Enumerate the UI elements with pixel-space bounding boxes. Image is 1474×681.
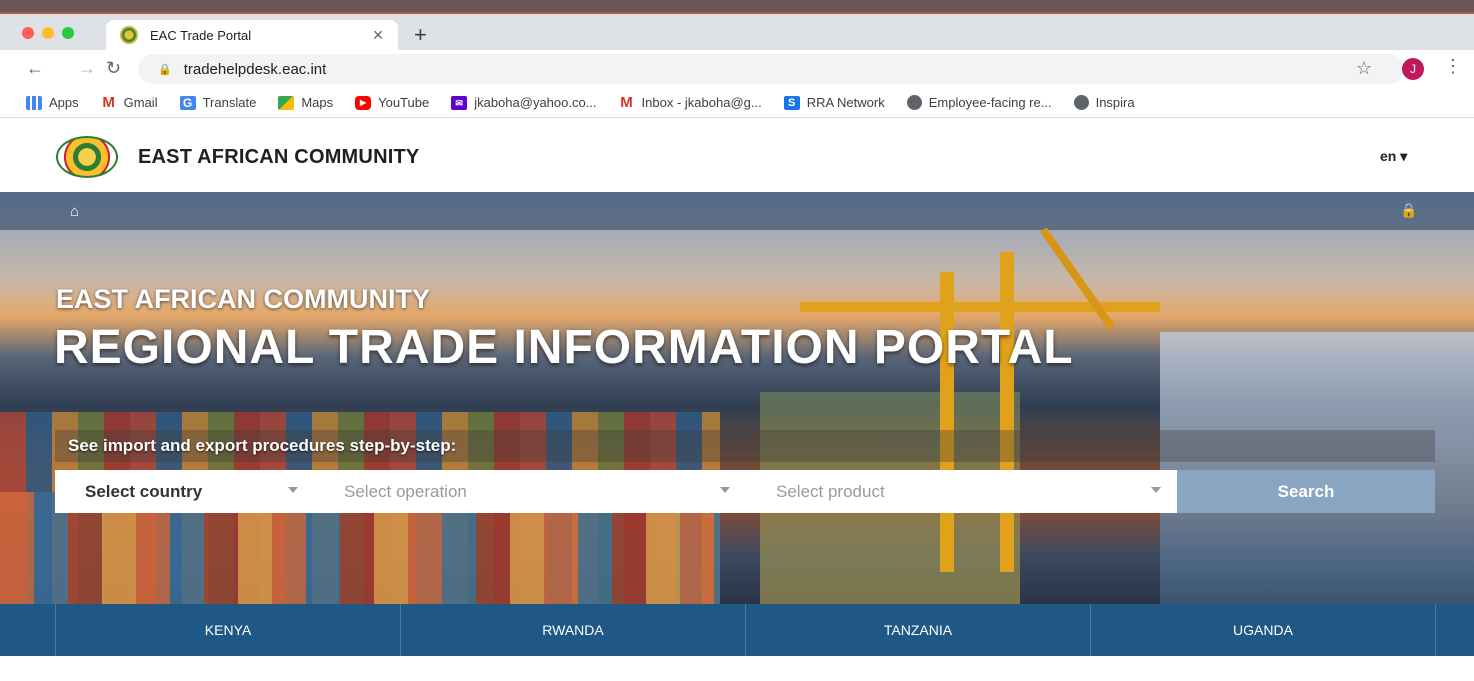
globe-icon [1073, 95, 1089, 110]
login-lock-icon[interactable]: 🔒 [1400, 202, 1417, 219]
maximize-window-button[interactable] [62, 27, 74, 39]
country-tab-uganda[interactable]: UGANDA [1091, 604, 1436, 656]
secure-lock-icon[interactable]: 🔒 [158, 63, 172, 76]
window-top-strip [0, 0, 1474, 14]
country-tab-kenya[interactable]: KENYA [56, 604, 401, 656]
site-header: EAST AFRICAN COMMUNITY en ▾ [0, 118, 1474, 192]
country-select-value: Select country [85, 481, 203, 501]
bookmark-inspira[interactable]: Inspira [1073, 95, 1135, 110]
new-tab-button[interactable]: + [414, 24, 427, 46]
chevron-down-icon [1151, 487, 1161, 493]
crane-boom [800, 302, 1160, 312]
hero-banner: ⌂ 🔒 EAST AFRICAN COMMUNITY REGIONAL TRAD… [0, 192, 1474, 604]
address-bar: ← → ↻ 🔒 tradehelpdesk.eac.int ☆ J ⋮ [0, 50, 1474, 88]
crane-leg [940, 272, 954, 572]
chevron-down-icon [720, 487, 730, 493]
country-bar-edge [1436, 604, 1474, 656]
maps-icon [278, 95, 295, 110]
youtube-icon: ▶ [355, 95, 372, 110]
gmail-icon: M [620, 93, 633, 111]
procedures-label: See import and export procedures step-by… [68, 436, 457, 455]
bookmark-youtube[interactable]: ▶ YouTube [355, 95, 429, 110]
hero-harbour-water [1160, 332, 1474, 604]
globe-icon [906, 95, 922, 110]
operation-select-value: Select operation [344, 481, 467, 501]
bookmark-gmail[interactable]: M Gmail [101, 93, 157, 111]
bookmark-inbox-gmail[interactable]: M Inbox - jkaboha@g... [619, 93, 761, 111]
operation-select[interactable]: Select operation [314, 470, 746, 513]
tab-title: EAC Trade Portal [150, 27, 252, 43]
bookmark-apps[interactable]: Apps [26, 95, 79, 110]
bookmark-star-icon[interactable]: ☆ [1356, 58, 1372, 79]
minimize-window-button[interactable] [42, 27, 54, 39]
bookmark-yahoo-mail[interactable]: ✉ jkaboha@yahoo.co... [451, 95, 597, 110]
url-omnibox[interactable]: 🔒 tradehelpdesk.eac.int [138, 54, 1404, 84]
translate-icon: G [179, 95, 196, 110]
bookmark-rra-network[interactable]: S RRA Network [783, 95, 885, 110]
yahoo-mail-icon: ✉ [451, 95, 468, 110]
product-select[interactable]: Select product [746, 470, 1177, 513]
language-selector[interactable]: en ▾ [1380, 148, 1407, 165]
hero-subtitle: EAST AFRICAN COMMUNITY [56, 284, 430, 314]
url-text: tradehelpdesk.eac.int [183, 60, 327, 78]
eac-favicon-icon [120, 26, 138, 44]
country-nav-bar: KENYA RWANDA TANZANIA UGANDA [0, 604, 1474, 656]
country-tab-rwanda[interactable]: RWANDA [401, 604, 746, 656]
forward-arrow-icon[interactable]: → [78, 58, 96, 79]
bookmark-translate[interactable]: G Translate [179, 95, 256, 110]
country-select[interactable]: Select country [55, 470, 314, 513]
hero-title: REGIONAL TRADE INFORMATION PORTAL [54, 321, 1074, 374]
apps-icon [26, 95, 42, 110]
site-name[interactable]: EAST AFRICAN COMMUNITY [138, 146, 419, 169]
bookmark-maps[interactable]: Maps [278, 95, 333, 110]
chevron-down-icon [288, 487, 298, 493]
procedure-search-form: Select country Select operation Select p… [55, 470, 1435, 513]
reload-icon[interactable]: ↻ [106, 58, 121, 79]
home-icon[interactable]: ⌂ [70, 203, 79, 220]
close-window-button[interactable] [22, 27, 34, 39]
rra-icon: S [783, 95, 800, 110]
eac-logo[interactable] [56, 136, 118, 178]
browser-tab-active[interactable]: EAC Trade Portal × [106, 20, 398, 50]
browser-menu-icon[interactable]: ⋮ [1444, 56, 1462, 77]
browser-tab-bar: EAC Trade Portal × + [0, 14, 1474, 50]
country-bar-edge [0, 604, 56, 656]
bookmarks-bar: Apps M Gmail G Translate Maps ▶ YouTube ✉ jk… [0, 88, 1474, 118]
gmail-icon: M [102, 93, 115, 111]
crane-brace [1040, 227, 1116, 331]
country-tab-tanzania[interactable]: TANZANIA [746, 604, 1091, 656]
tab-close-icon[interactable]: × [368, 26, 388, 44]
bookmark-employee-facing[interactable]: Employee-facing re... [906, 95, 1052, 110]
back-arrow-icon[interactable]: ← [26, 58, 44, 79]
search-button[interactable]: Search [1177, 470, 1435, 513]
hero-nav-bar: ⌂ 🔒 [0, 192, 1474, 230]
profile-avatar[interactable]: J [1402, 58, 1424, 80]
product-select-value: Select product [776, 481, 885, 501]
crane-leg [1000, 252, 1014, 572]
